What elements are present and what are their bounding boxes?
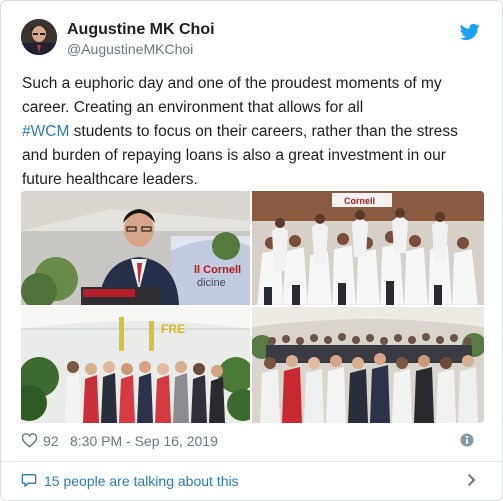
- heart-icon[interactable]: [21, 432, 38, 448]
- tweet-text: Such a euphoric day and one of the proud…: [22, 72, 484, 192]
- avatar[interactable]: [21, 19, 57, 55]
- like-count[interactable]: 92: [43, 433, 59, 449]
- tweet-text-line5: future healthcare leaders.: [22, 171, 198, 188]
- tweet-meta: 92 8:30 PM - Sep 16, 2019: [21, 431, 484, 451]
- photo-grid: ll Cornell dicine Cornell FRE: [21, 191, 484, 423]
- photo1-sign-text2: dicine: [197, 277, 226, 289]
- tweet-text-line4: and burden of repaying loans is also a g…: [22, 147, 446, 164]
- author-name[interactable]: Augustine MK Choi: [67, 21, 215, 39]
- photo-speaker-at-podium[interactable]: ll Cornell dicine: [21, 191, 250, 305]
- tweet-text-line1: Such a euphoric day and one of the proud…: [22, 75, 442, 92]
- twitter-bird-icon[interactable]: [460, 23, 480, 41]
- photo3-balloon-text: FRE: [161, 322, 185, 336]
- photo-students-white-coats[interactable]: Cornell: [252, 191, 484, 305]
- photo1-sign-text: ll Cornell: [194, 264, 241, 276]
- author-handle[interactable]: @AugustineMKChoi: [67, 41, 193, 57]
- hashtag-link[interactable]: #WCM: [22, 123, 69, 140]
- tweet-header: Augustine MK Choi @AugustineMKChoi: [21, 19, 484, 59]
- tweet-text-line2: career. Creating an environment that all…: [22, 99, 364, 116]
- speech-bubble-icon: [21, 474, 37, 488]
- info-icon[interactable]: [460, 433, 474, 447]
- chevron-right-icon[interactable]: [467, 473, 476, 487]
- photo-large-group[interactable]: [252, 307, 484, 423]
- tweet-timestamp[interactable]: 8:30 PM - Sep 16, 2019: [70, 433, 218, 449]
- photo-group-under-tent[interactable]: FRE: [21, 307, 250, 423]
- tweet-text-line3: students to focus on their careers, rath…: [69, 123, 458, 140]
- photo2-banner-text: Cornell: [344, 196, 375, 206]
- tweet-card: Augustine MK Choi @AugustineMKChoi Such …: [0, 0, 503, 501]
- divider: [1, 461, 502, 462]
- conversation-text[interactable]: 15 people are talking about this: [44, 473, 239, 489]
- conversation-link[interactable]: 15 people are talking about this: [21, 471, 484, 491]
